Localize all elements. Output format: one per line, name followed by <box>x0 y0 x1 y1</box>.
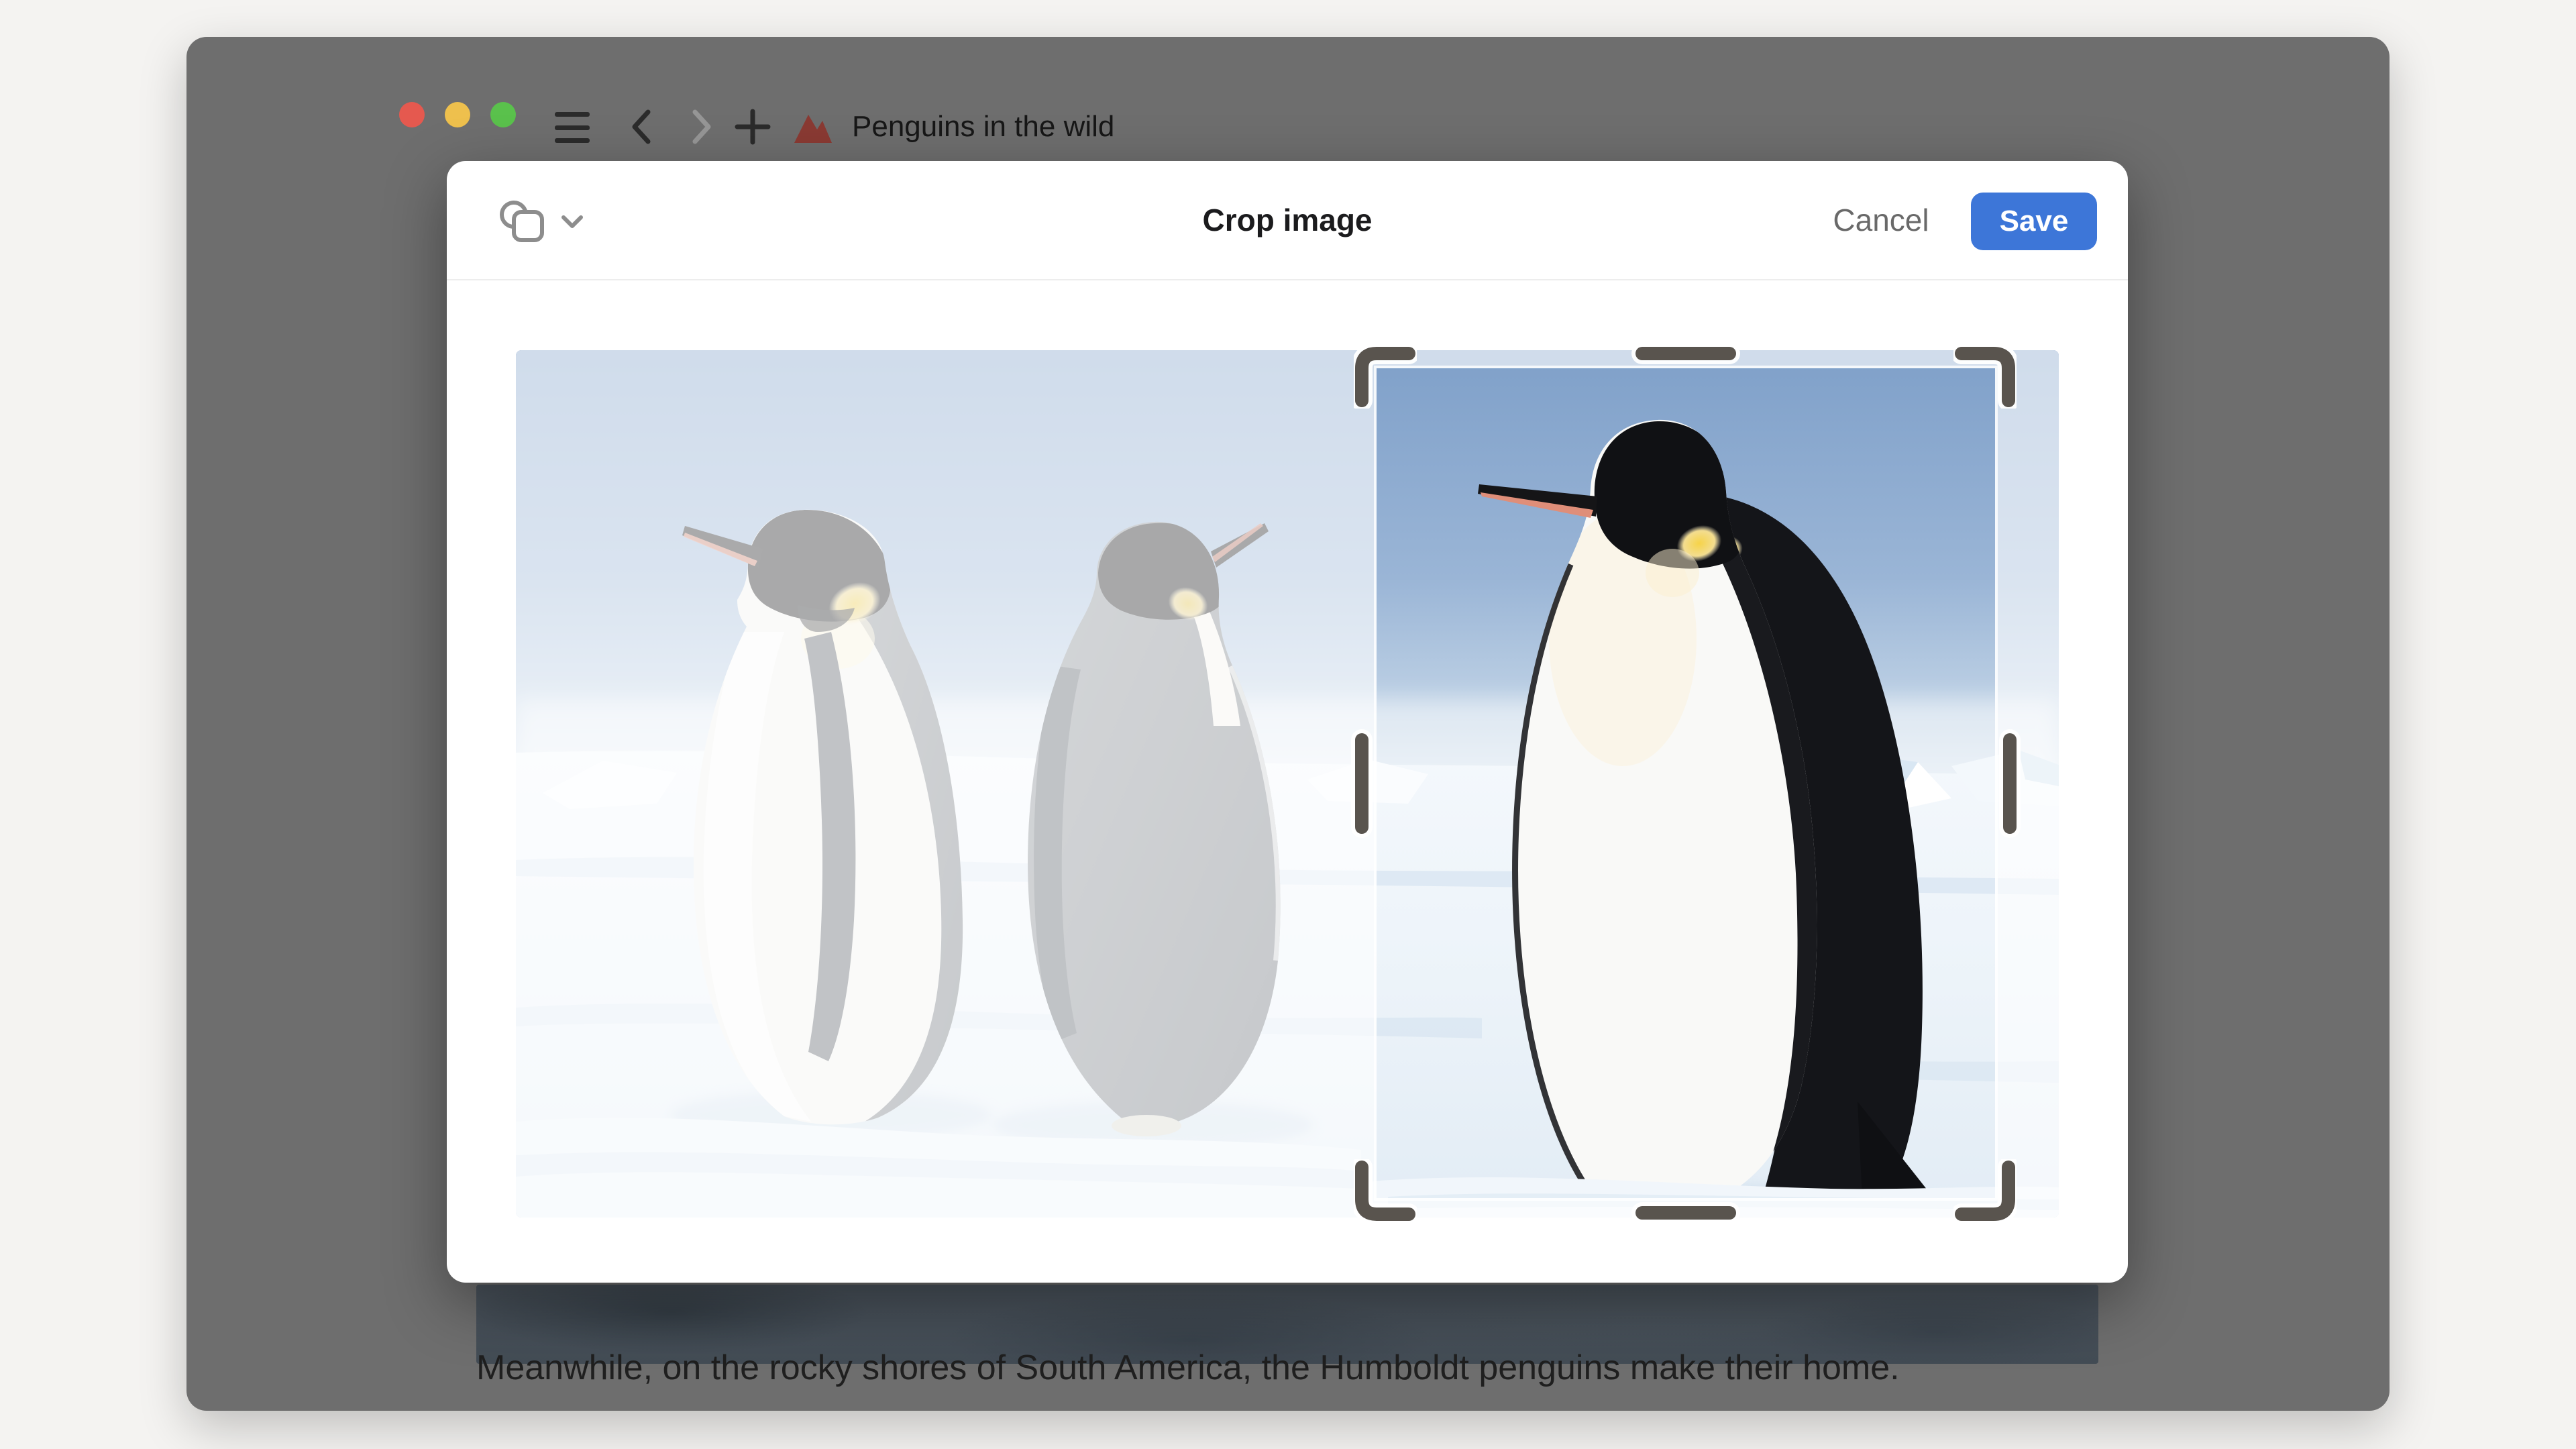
save-button[interactable]: Save <box>1971 193 2097 250</box>
add-icon[interactable] <box>733 107 773 147</box>
crop-edge-handle-right[interactable] <box>2003 733 2017 834</box>
crop-edge-handle-left[interactable] <box>1355 733 1368 834</box>
back-icon[interactable] <box>623 107 663 147</box>
aspect-ratio-dropdown[interactable] <box>494 193 617 247</box>
zoom-window-button[interactable] <box>490 102 516 127</box>
crop-edge-handle-bottom[interactable] <box>1635 1206 1736 1220</box>
crop-corner-handle-bottom-right[interactable] <box>1953 1159 2017 1222</box>
menu-icon[interactable] <box>555 112 590 143</box>
crop-corner-handle-top-left[interactable] <box>1354 345 1417 409</box>
crop-corner-handle-bottom-left[interactable] <box>1354 1159 1417 1222</box>
chevron-down-icon <box>564 217 581 226</box>
mountain-doc-icon <box>792 109 835 144</box>
crop-corner-handle-top-right[interactable] <box>1953 345 2017 409</box>
desktop: Penguins in the wild Meanwhile, on the r… <box>0 0 2576 1449</box>
document-caption: Meanwhile, on the rocky shores of South … <box>476 1346 1900 1390</box>
minimize-window-button[interactable] <box>445 102 470 127</box>
page-title: Penguins in the wild <box>852 109 1114 145</box>
forward-icon[interactable] <box>680 107 720 147</box>
cancel-button[interactable]: Cancel <box>1814 161 1948 279</box>
crop-region[interactable] <box>1374 366 1998 1201</box>
close-window-button[interactable] <box>399 102 425 127</box>
crop-edge-handle-top[interactable] <box>1635 347 1736 360</box>
